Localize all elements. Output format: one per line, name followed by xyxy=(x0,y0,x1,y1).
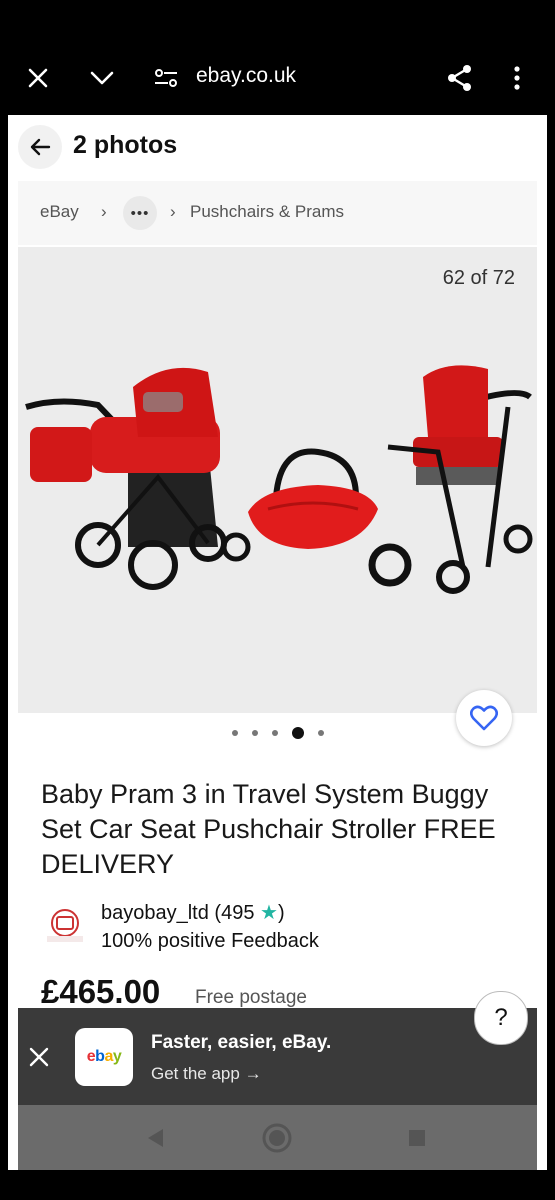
chevron-right-icon: › xyxy=(101,202,107,221)
close-banner-button[interactable] xyxy=(25,1043,53,1071)
get-app-link[interactable]: Get the app → xyxy=(151,1064,262,1084)
chevron-right-icon: › xyxy=(170,202,176,221)
seller-rating-close: ) xyxy=(277,902,285,924)
nav-home-icon[interactable] xyxy=(262,1123,292,1153)
back-button[interactable] xyxy=(18,125,62,169)
seller-name-text: bayobay_ltd (495 xyxy=(101,902,255,924)
share-icon[interactable] xyxy=(442,60,478,96)
breadcrumb: eBay › ••• › Pushchairs & Prams xyxy=(18,181,537,245)
carousel-dot[interactable] xyxy=(251,730,258,736)
seller-feedback[interactable]: 100% positive Feedback xyxy=(101,930,319,953)
url-text[interactable]: ebay.co.uk xyxy=(196,64,296,88)
listing-title: Baby Pram 3 in Travel System Buggy Set C… xyxy=(41,779,496,879)
system-nav-bar xyxy=(18,1105,537,1170)
browser-toolbar: ebay.co.uk xyxy=(0,0,555,115)
stroller xyxy=(368,365,533,594)
site-settings-icon[interactable] xyxy=(148,60,184,96)
banner-title: Faster, easier, eBay. xyxy=(151,1032,332,1053)
nav-recents-icon[interactable] xyxy=(402,1123,432,1153)
heart-icon xyxy=(470,705,498,731)
help-button[interactable]: ? xyxy=(474,991,528,1045)
page-sheet: 2 photos eBay › ••• › Pushchairs & Prams… xyxy=(8,115,547,1170)
price: £465.00 xyxy=(41,973,161,1010)
more-vertical-icon[interactable] xyxy=(499,60,535,96)
chevron-down-icon[interactable] xyxy=(84,60,120,96)
ebay-app-icon: ebay xyxy=(75,1028,133,1086)
postage: Free postage xyxy=(195,987,307,1008)
breadcrumb-more-button[interactable]: ••• xyxy=(123,196,157,230)
app-install-banner[interactable]: ebay Faster, easier, eBay. Get the app → xyxy=(18,1008,537,1105)
product-image xyxy=(25,365,533,594)
pram-carrycot xyxy=(25,367,251,590)
product-image-gallery[interactable]: 62 of 72 xyxy=(18,247,537,713)
breadcrumb-category[interactable]: Pushchairs & Prams xyxy=(190,202,344,222)
seller-name[interactable]: bayobay_ltd (495 ★) xyxy=(101,900,285,925)
star-icon: ★ xyxy=(260,902,278,924)
seller-logo[interactable] xyxy=(41,901,89,949)
carousel-dot-active[interactable] xyxy=(291,727,304,739)
car-seat xyxy=(248,448,378,549)
carousel-dot[interactable] xyxy=(317,730,324,736)
breadcrumb-ebay[interactable]: eBay xyxy=(40,202,79,222)
photos-header: 2 photos xyxy=(8,115,547,180)
close-icon[interactable] xyxy=(20,60,56,96)
carousel-dot[interactable] xyxy=(271,730,278,736)
close-icon xyxy=(29,1047,49,1067)
page-title: 2 photos xyxy=(73,131,178,159)
arrow-left-icon xyxy=(30,138,51,156)
carousel-dot[interactable] xyxy=(231,730,238,736)
watch-button[interactable] xyxy=(456,690,512,746)
nav-back-icon[interactable] xyxy=(140,1123,170,1153)
